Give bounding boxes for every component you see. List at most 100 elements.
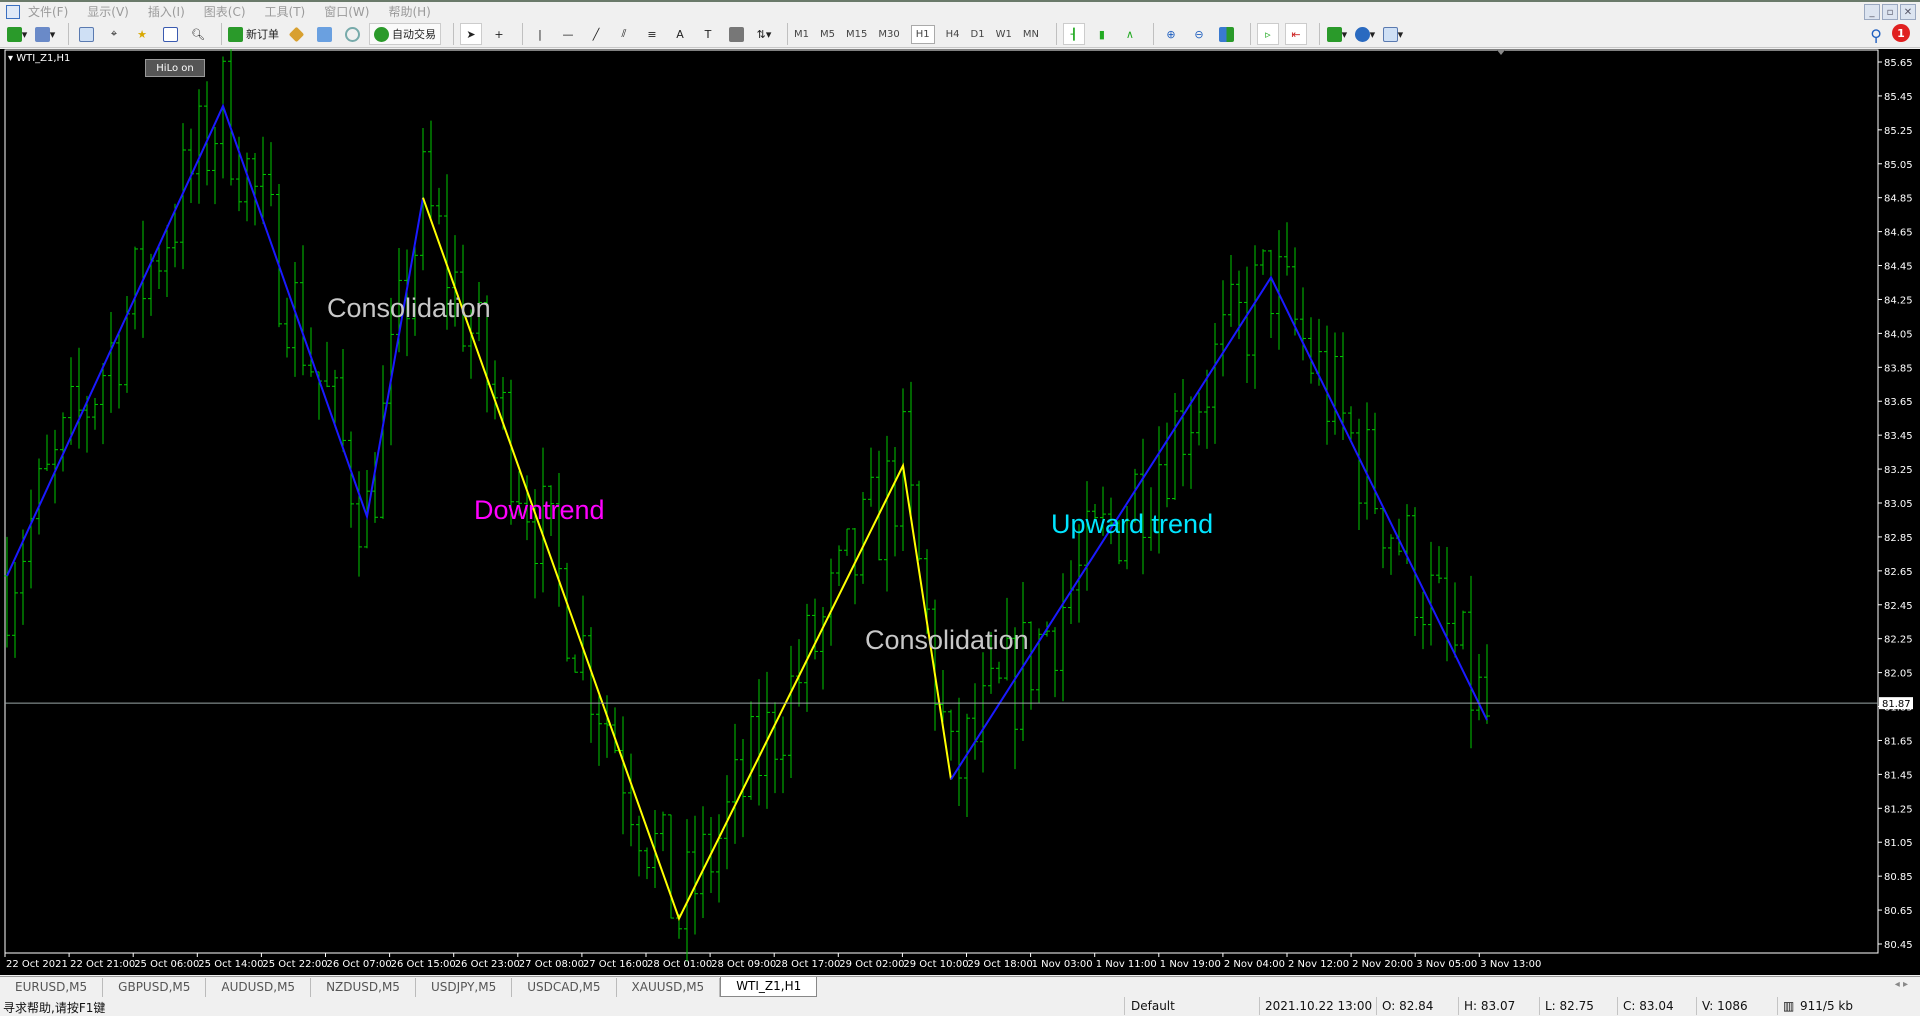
new-chart-button[interactable]: ▾: [6, 23, 28, 45]
chart-shift-icon: ⇤: [1291, 27, 1301, 41]
tab-scroll-arrows[interactable]: ◂ ▸: [1895, 979, 1908, 990]
notification-badge[interactable]: 1: [1892, 24, 1910, 42]
timeframe-mn[interactable]: MN: [1023, 29, 1039, 40]
market-watch-button[interactable]: [75, 23, 97, 45]
vertical-line-tool[interactable]: |: [529, 23, 551, 45]
status-bar: 寻求帮助,请按F1键 Default 2021.10.22 13:00 O: 8…: [0, 997, 1920, 1015]
data-window-button[interactable]: ⌖: [103, 23, 125, 45]
tab-nzdusd[interactable]: NZDUSD,M5: [311, 978, 416, 997]
timeframe-w1[interactable]: W1: [996, 29, 1012, 40]
text-tool[interactable]: A: [669, 23, 691, 45]
arrows-icon: ⇅▾: [756, 27, 772, 41]
community-button[interactable]: [313, 23, 335, 45]
annotation-upward-trend: Upward trend: [1051, 509, 1214, 539]
minimize-button[interactable]: _: [1864, 4, 1880, 20]
arrows-tool[interactable]: ⇅▾: [753, 23, 775, 45]
metaeditor-button[interactable]: [285, 23, 307, 45]
tab-wti[interactable]: WTI_Z1,H1: [720, 977, 818, 997]
periods-button[interactable]: ▾: [1354, 23, 1376, 45]
price-tick-label: 85.25: [1884, 126, 1913, 137]
tab-audusd[interactable]: AUDUSD,M5: [206, 978, 312, 997]
time-tick-label: 1 Nov 03:00: [1032, 959, 1093, 970]
equidistant-channel-tool[interactable]: ⫽: [613, 23, 635, 45]
tab-usdcad[interactable]: USDCAD,M5: [512, 978, 617, 997]
navigator-button[interactable]: ★: [131, 23, 153, 45]
auto-trading-label: 自动交易: [392, 28, 436, 41]
horizontal-line-tool[interactable]: —: [557, 23, 579, 45]
timeframe-d1[interactable]: D1: [971, 29, 985, 40]
menu-insert[interactable]: 插入(I): [148, 3, 185, 20]
tab-usdjpy[interactable]: USDJPY,M5: [416, 978, 513, 997]
profiles-button[interactable]: ▾: [34, 23, 56, 45]
price-tick-label: 82.05: [1884, 669, 1913, 680]
tab-eurusd[interactable]: EURUSD,M5: [0, 978, 104, 997]
new-order-button[interactable]: 新订单: [228, 23, 279, 45]
chart-shift-marker: [1497, 50, 1505, 55]
timeframe-h1[interactable]: H1: [910, 24, 935, 44]
signals-button[interactable]: [341, 23, 363, 45]
timeframe-m30[interactable]: M30: [878, 29, 899, 40]
price-chart[interactable]: 85.65 85.45 85.25 85.05 84.85 84.65 84.45 84.25…: [0, 49, 1920, 975]
horizontal-line-icon: —: [562, 27, 574, 41]
crosshair-target-icon: ⌖: [110, 27, 118, 40]
community-icon: [316, 26, 332, 42]
menu-help[interactable]: 帮助(H): [388, 3, 430, 20]
time-tick-label: 26 Oct 07:00: [327, 959, 392, 970]
terminal-icon: [162, 26, 178, 42]
cursor-tool[interactable]: ➤: [460, 23, 482, 45]
status-close: C: 83.04: [1623, 999, 1674, 1013]
tile-windows-button[interactable]: [1216, 23, 1238, 45]
autoscroll-button[interactable]: ▹: [1256, 23, 1279, 45]
close-button[interactable]: ✕: [1900, 4, 1916, 20]
bar-chart-button[interactable]: ┨: [1062, 23, 1085, 45]
timeframe-m1[interactable]: M1: [794, 29, 809, 40]
hilo-toggle-button[interactable]: HiLo on: [145, 59, 205, 77]
price-tick-label: 81.05: [1884, 838, 1913, 849]
symbol-text: WTI_Z1,H1: [16, 53, 71, 64]
tab-xauusd[interactable]: XAUUSD,M5: [617, 978, 721, 997]
price-tick-label: 80.85: [1884, 872, 1913, 883]
price-tick-label: 82.85: [1884, 533, 1913, 544]
menu-charts[interactable]: 图表(C): [204, 3, 246, 20]
status-open: O: 82.84: [1382, 999, 1434, 1013]
time-tick-label: 27 Oct 16:00: [583, 959, 648, 970]
line-chart-button[interactable]: ∧: [1119, 23, 1141, 45]
tab-gbpusd[interactable]: GBPUSD,M5: [103, 978, 207, 997]
time-tick-label: 25 Oct 22:00: [262, 959, 327, 970]
timeframe-m15[interactable]: M15: [846, 29, 867, 40]
candlestick-icon: ▮: [1098, 27, 1105, 41]
search-icon[interactable]: ⚲: [1870, 26, 1882, 45]
chart-shift-button[interactable]: ⇤: [1284, 23, 1307, 45]
fibonacci-tool[interactable]: ≡: [641, 23, 663, 45]
text-label-icon: T: [704, 27, 712, 41]
price-tick-label: 83.65: [1884, 397, 1913, 408]
indicators-button[interactable]: ▾: [1326, 23, 1348, 45]
price-tick-label: 82.25: [1884, 635, 1913, 646]
rectangle-tool[interactable]: [725, 23, 747, 45]
terminal-button[interactable]: [159, 23, 181, 45]
text-label-tool[interactable]: T: [697, 23, 719, 45]
price-tick-label: 85.45: [1884, 92, 1913, 103]
menu-tools[interactable]: 工具(T): [265, 3, 306, 20]
zoom-out-button[interactable]: ⊖: [1188, 23, 1210, 45]
strategy-tester-button[interactable]: 🔍︎: [187, 23, 209, 45]
zoom-in-button[interactable]: ⊕: [1160, 23, 1182, 45]
chart-window[interactable]: 85.65 85.45 85.25 85.05 84.85 84.65 84.45 84.25…: [0, 49, 1920, 975]
trendline-tool[interactable]: ╱: [585, 23, 607, 45]
templates-button[interactable]: ▾: [1382, 23, 1404, 45]
status-profile: Default: [1131, 999, 1175, 1013]
candlestick-button[interactable]: ▮: [1091, 23, 1113, 45]
auto-trading-button[interactable]: 自动交易: [369, 23, 441, 45]
crosshair-tool[interactable]: +: [488, 23, 510, 45]
timeframe-h4[interactable]: H4: [946, 29, 960, 40]
time-tick-label: 26 Oct 15:00: [391, 959, 456, 970]
menu-window[interactable]: 窗口(W): [324, 3, 369, 20]
menu-view[interactable]: 显示(V): [87, 3, 129, 20]
price-tick-label: 80.45: [1884, 940, 1913, 951]
restore-button[interactable]: ▫: [1882, 4, 1898, 20]
timeframe-m5[interactable]: M5: [820, 29, 835, 40]
menu-file[interactable]: 文件(F): [28, 3, 68, 20]
new-order-icon: [228, 26, 243, 42]
market-watch-icon: [78, 26, 94, 42]
price-tick-label: 83.85: [1884, 363, 1913, 374]
